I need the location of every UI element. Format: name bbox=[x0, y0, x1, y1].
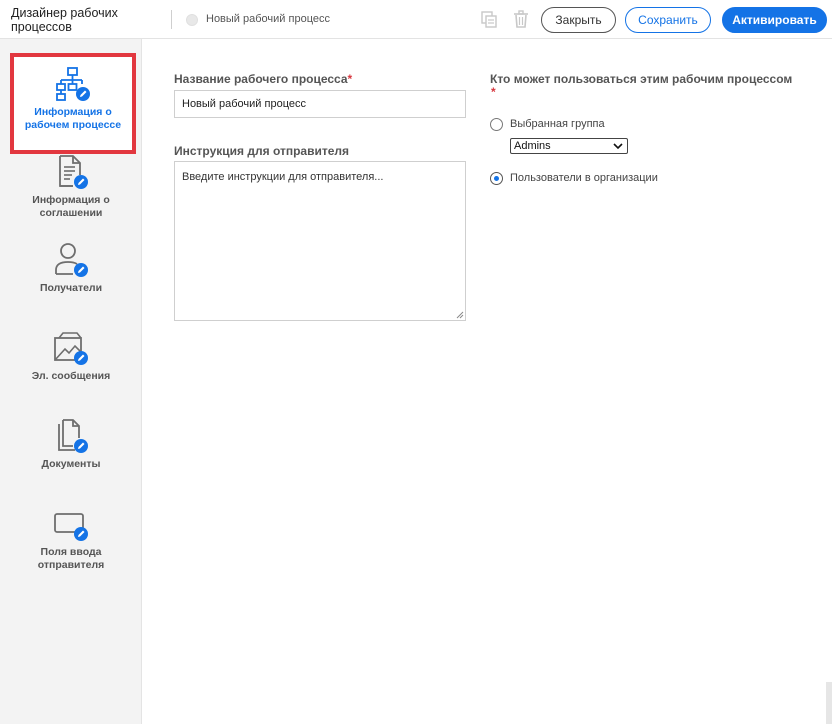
sidebar-item-workflow-info[interactable]: Информация о рабочем процессе bbox=[10, 53, 136, 154]
workflow-name-label: Название рабочего процесса* bbox=[174, 72, 352, 86]
group-select[interactable]: Admins bbox=[510, 138, 628, 154]
sidebar-item-label: Информация о соглашении bbox=[32, 194, 110, 219]
required-mark: * bbox=[347, 72, 353, 86]
workflow-hierarchy-icon bbox=[56, 67, 90, 101]
sidebar-item-label: Эл. сообщения bbox=[31, 370, 111, 382]
email-edit-icon bbox=[54, 332, 88, 365]
sidebar-item-agreement-info[interactable]: Информация о соглашении bbox=[0, 154, 142, 234]
sidebar-item-label: Информация о рабочем процессе bbox=[24, 106, 122, 131]
documents-edit-icon bbox=[58, 419, 88, 453]
instructions-textarea[interactable]: Введите инструкции для отправителя... bbox=[174, 161, 466, 321]
top-bar: Дизайнер рабочих процессов Новый рабочий… bbox=[0, 0, 832, 39]
sidebar-item-recipients[interactable]: Получатели bbox=[0, 242, 142, 322]
close-button[interactable]: Закрыть bbox=[541, 7, 616, 33]
resize-handle-icon[interactable] bbox=[456, 311, 464, 319]
radio-selected-group[interactable] bbox=[490, 118, 503, 131]
copy-icon[interactable] bbox=[479, 9, 499, 29]
chevron-down-icon bbox=[613, 143, 623, 150]
activate-button[interactable]: Активировать bbox=[722, 7, 827, 33]
workflow-name-header: Новый рабочий процесс bbox=[206, 13, 330, 25]
app-title: Дизайнер рабочих процессов bbox=[11, 6, 118, 34]
scrollbar[interactable] bbox=[826, 682, 832, 724]
divider bbox=[171, 10, 172, 29]
radio-selected-group-label: Выбранная группа bbox=[510, 118, 605, 130]
save-button[interactable]: Сохранить bbox=[625, 7, 711, 33]
user-edit-icon bbox=[55, 243, 88, 277]
radio-org-users-label: Пользователи в организации bbox=[510, 172, 658, 184]
workflow-name-label-text: Название рабочего процесса bbox=[174, 72, 348, 86]
sidebar-item-label: Документы bbox=[41, 458, 101, 470]
instructions-label: Инструкция для отправителя bbox=[174, 144, 350, 158]
workflow-name-input[interactable]: Новый рабочий процесс bbox=[174, 90, 466, 118]
sidebar: Информация о рабочем процессе Информация… bbox=[0, 39, 142, 724]
access-label: Кто может пользоваться этим рабочим проц… bbox=[490, 72, 793, 86]
sidebar-item-documents[interactable]: Документы bbox=[0, 418, 142, 498]
access-required-mark: * bbox=[491, 85, 496, 99]
status-indicator bbox=[186, 14, 198, 26]
sidebar-item-label: Поля ввода отправителя bbox=[37, 546, 105, 571]
input-field-edit-icon bbox=[54, 513, 88, 541]
sidebar-item-label: Получатели bbox=[39, 282, 103, 294]
group-select-value: Admins bbox=[514, 140, 551, 152]
sidebar-item-sender-input-fields[interactable]: Поля ввода отправителя bbox=[0, 506, 142, 596]
trash-icon[interactable] bbox=[511, 9, 531, 29]
document-edit-icon bbox=[59, 155, 88, 189]
sidebar-item-emails[interactable]: Эл. сообщения bbox=[0, 330, 142, 410]
radio-org-users[interactable] bbox=[490, 172, 503, 185]
